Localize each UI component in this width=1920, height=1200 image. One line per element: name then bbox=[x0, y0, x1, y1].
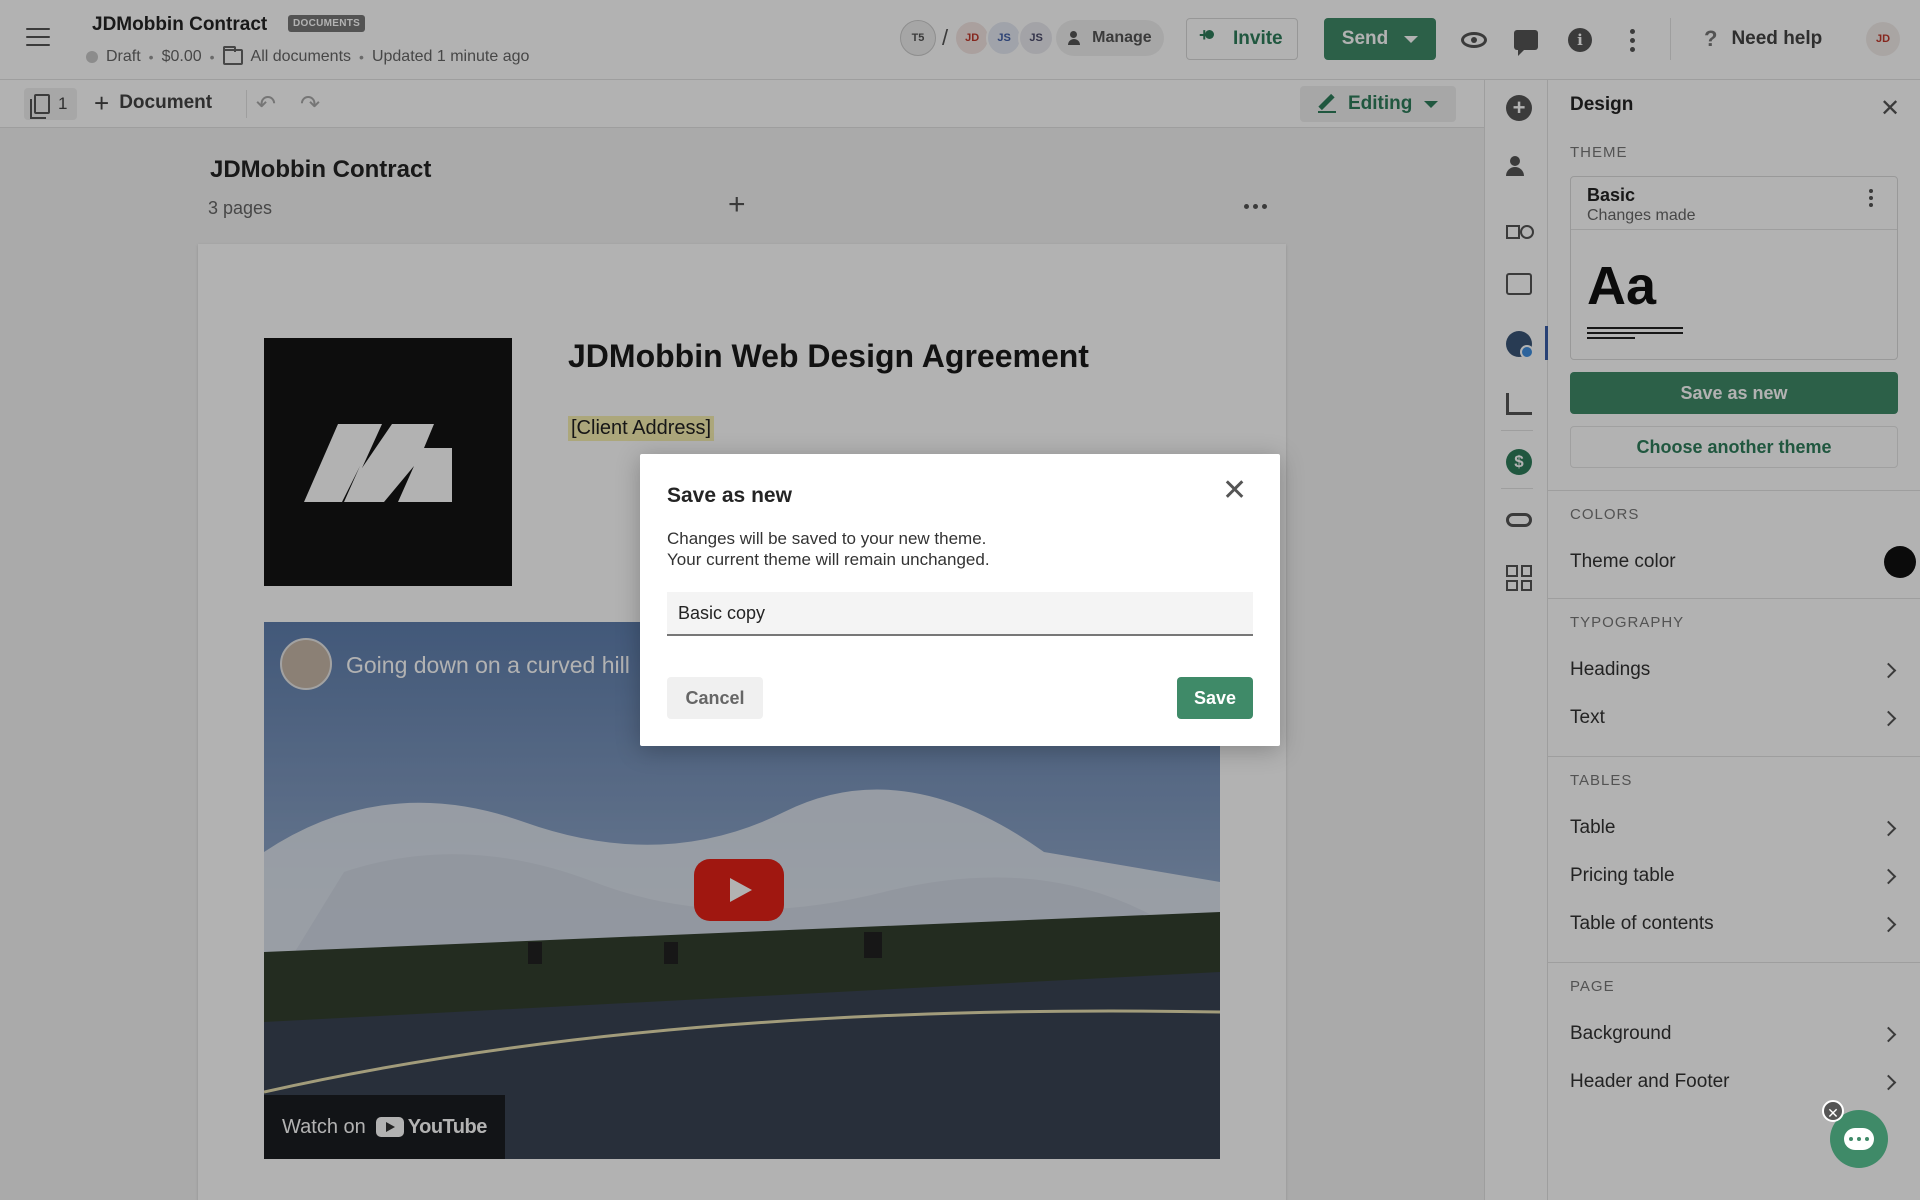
cancel-button[interactable]: Cancel bbox=[667, 677, 763, 719]
theme-name-input[interactable] bbox=[667, 592, 1253, 636]
dialog-line-1: Changes will be saved to your new theme. bbox=[667, 529, 987, 548]
dialog-title: Save as new bbox=[667, 484, 792, 507]
close-icon[interactable]: ✕ bbox=[1822, 1100, 1844, 1122]
save-as-new-dialog: Save as new ✕ Changes will be saved to y… bbox=[640, 454, 1280, 746]
chat-bubble-icon bbox=[1844, 1128, 1874, 1150]
save-button[interactable]: Save bbox=[1177, 677, 1253, 719]
dialog-line-2: Your current theme will remain unchanged… bbox=[667, 550, 990, 569]
dialog-description: Changes will be saved to your new theme.… bbox=[667, 528, 990, 570]
close-icon[interactable]: ✕ bbox=[1222, 476, 1247, 506]
